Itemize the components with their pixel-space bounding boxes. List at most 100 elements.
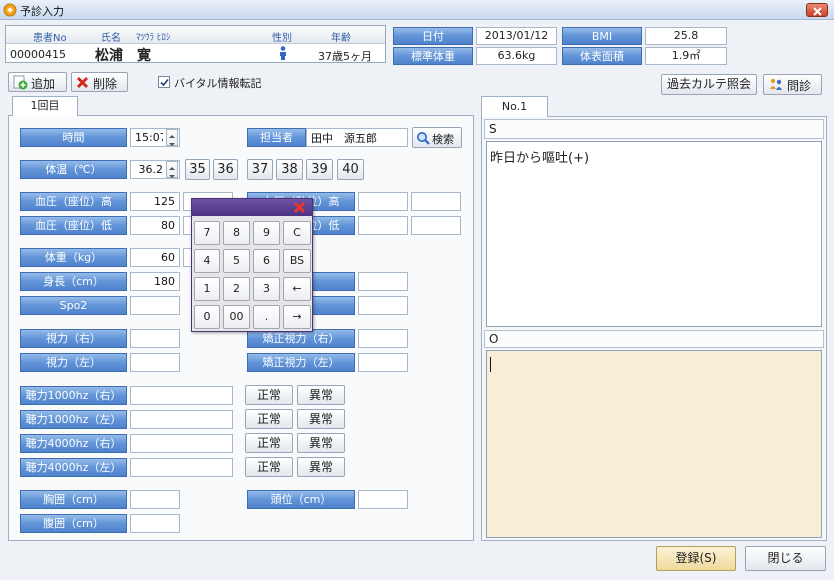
keypad-close-button[interactable] <box>293 201 306 214</box>
patient-no-header: 患者No <box>33 33 67 44</box>
key-3[interactable]: 3 <box>253 277 280 301</box>
hearing-1000-right-label: 聴力1000hz（右） <box>20 386 127 405</box>
key-backspace[interactable]: BS <box>283 249 311 273</box>
temp-spinner[interactable] <box>166 161 178 178</box>
spin-down-icon <box>167 138 177 146</box>
key-0[interactable]: 0 <box>194 305 220 329</box>
hearing-4000-right-input[interactable] <box>130 434 233 453</box>
temp-quick-38[interactable]: 38 <box>276 159 303 180</box>
chest-input[interactable] <box>130 490 180 509</box>
spo2-label: Spo2 <box>20 296 127 315</box>
key-00[interactable]: 00 <box>223 305 250 329</box>
bp-lie-low-input-2[interactable] <box>411 216 461 235</box>
weight-input[interactable] <box>130 248 180 267</box>
temp-quick-36[interactable]: 36 <box>213 159 238 180</box>
key-9[interactable]: 9 <box>253 221 280 245</box>
key-5[interactable]: 5 <box>223 249 250 273</box>
hearing-1000-right-normal-button[interactable]: 正常 <box>245 385 293 405</box>
temp-quick-40[interactable]: 40 <box>337 159 364 180</box>
history-button[interactable]: 過去カルテ照会 <box>661 74 757 95</box>
add-icon <box>13 75 28 93</box>
bp-lie-high-input-2[interactable] <box>411 192 461 211</box>
spin-down-icon <box>167 170 177 178</box>
bp-lie-high-input[interactable] <box>358 192 408 211</box>
spin-up-icon <box>167 130 177 138</box>
staff-label: 担当者 <box>247 128 306 147</box>
key-clear[interactable]: C <box>283 221 311 245</box>
hearing-4000-left-abnormal-button[interactable]: 異常 <box>297 457 345 477</box>
close-button[interactable]: 閉じる <box>745 546 826 571</box>
hearing-1000-left-input[interactable] <box>130 410 233 429</box>
title-bar: 予診入力 <box>0 0 834 20</box>
spo2-input[interactable] <box>130 296 180 315</box>
corrected-vision-left-input[interactable] <box>358 353 408 372</box>
key-decimal[interactable]: . <box>253 305 280 329</box>
key-6[interactable]: 6 <box>253 249 280 273</box>
temp-quick-39[interactable]: 39 <box>306 159 333 180</box>
patient-sex-header: 性別 <box>272 33 292 44</box>
register-button[interactable]: 登録(S) <box>656 546 736 571</box>
staff-input[interactable] <box>306 128 408 147</box>
key-right-arrow[interactable]: → <box>283 305 311 329</box>
temp-quick-35[interactable]: 35 <box>185 159 210 180</box>
delete-label: 削除 <box>93 77 118 91</box>
key-7[interactable]: 7 <box>194 221 220 245</box>
hearing-4000-left-input[interactable] <box>130 458 233 477</box>
s-section-header: S <box>484 119 824 139</box>
height-right-input[interactable] <box>358 272 408 291</box>
search-label: 検索 <box>432 133 454 146</box>
window-close-button[interactable] <box>806 3 828 17</box>
add-button[interactable]: 追加 <box>8 72 67 92</box>
patient-no: 00000415 <box>10 48 66 61</box>
height-label: 身長（cm） <box>20 272 127 291</box>
height-input[interactable] <box>130 272 180 291</box>
interview-button[interactable]: 問診 <box>763 74 822 95</box>
search-icon <box>416 131 430 148</box>
key-2[interactable]: 2 <box>223 277 250 301</box>
key-4[interactable]: 4 <box>194 249 220 273</box>
s-note-textarea[interactable]: 昨日から嘔吐(+) <box>486 141 822 327</box>
key-8[interactable]: 8 <box>223 221 250 245</box>
vital-transfer-checkbox[interactable] <box>158 76 170 88</box>
head-input[interactable] <box>358 490 408 509</box>
bsa-value: 1.9㎡ <box>645 47 727 65</box>
bp-sit-high-label: 血圧（座位）高 <box>20 192 127 211</box>
window-title: 予診入力 <box>20 5 64 18</box>
close-icon <box>813 6 822 19</box>
hearing-1000-right-abnormal-button[interactable]: 異常 <box>297 385 345 405</box>
add-label: 追加 <box>31 77 56 91</box>
hearing-4000-right-abnormal-button[interactable]: 異常 <box>297 433 345 453</box>
abdomen-label: 腹囲（cm） <box>20 514 127 533</box>
hearing-4000-left-label: 聴力4000hz（左） <box>20 458 127 477</box>
vision-left-label: 視力（左） <box>20 353 127 372</box>
time-spinner[interactable] <box>166 129 178 146</box>
close-icon <box>293 201 306 217</box>
vision-left-input[interactable] <box>130 353 180 372</box>
patient-name: 松浦 寛 <box>95 48 151 64</box>
patient-age: 37歳5ヶ月 <box>318 50 372 63</box>
abdomen-input[interactable] <box>130 514 180 533</box>
tab-note-1[interactable]: No.1 <box>481 96 548 117</box>
hearing-4000-right-normal-button[interactable]: 正常 <box>245 433 293 453</box>
hearing-1000-left-normal-button[interactable]: 正常 <box>245 409 293 429</box>
bp-sit-high-input[interactable] <box>130 192 180 211</box>
tab-first-visit[interactable]: 1回目 <box>12 96 78 116</box>
date-value: 2013/01/12 <box>476 27 557 45</box>
o-note-textarea[interactable] <box>486 350 822 538</box>
spo2-right-input[interactable] <box>358 296 408 315</box>
bp-sit-low-input[interactable] <box>130 216 180 235</box>
key-1[interactable]: 1 <box>194 277 220 301</box>
vision-right-input[interactable] <box>130 329 180 348</box>
delete-button[interactable]: 削除 <box>71 72 128 92</box>
temp-label: 体温（℃） <box>20 160 127 179</box>
hearing-1000-right-input[interactable] <box>130 386 233 405</box>
bp-lie-low-input[interactable] <box>358 216 408 235</box>
temp-quick-37[interactable]: 37 <box>247 159 273 180</box>
key-left-arrow[interactable]: ← <box>283 277 311 301</box>
hearing-4000-left-normal-button[interactable]: 正常 <box>245 457 293 477</box>
staff-search-button[interactable]: 検索 <box>412 127 462 148</box>
corrected-vision-right-input[interactable] <box>358 329 408 348</box>
time-label: 時間 <box>20 128 127 147</box>
hearing-1000-left-abnormal-button[interactable]: 異常 <box>297 409 345 429</box>
chest-label: 胸囲（cm） <box>20 490 127 509</box>
